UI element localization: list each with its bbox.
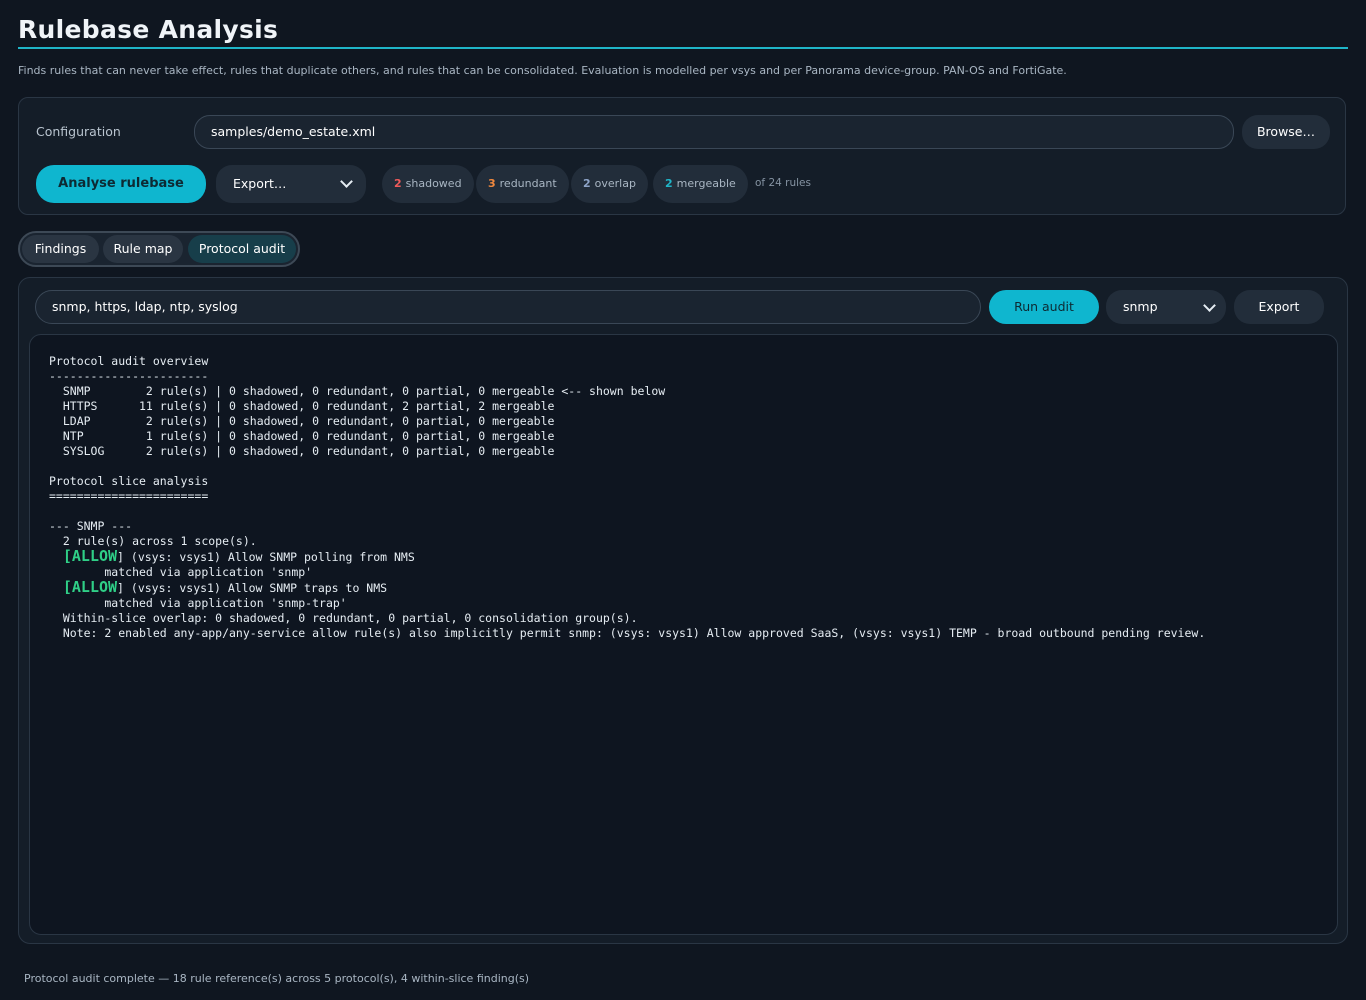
slice-divider: ======================= <box>49 489 209 503</box>
mergeable-count: 2 <box>665 177 673 190</box>
redundant-count: 3 <box>488 177 496 190</box>
overview-row-ntp: NTP 1 rule(s) | 0 shadowed, 0 redundant,… <box>49 429 555 443</box>
chevron-down-icon <box>340 175 353 188</box>
rule-match-line: matched via application 'snmp-trap' <box>49 596 347 610</box>
protocol-audit-panel: snmp, https, ldap, ntp, syslog Run audit… <box>18 277 1348 944</box>
shadowed-label: shadowed <box>405 177 462 190</box>
overlap-count: 2 <box>583 177 591 190</box>
audit-output[interactable]: Protocol audit overview ----------------… <box>29 334 1338 935</box>
export-select[interactable]: Export… <box>216 165 366 203</box>
export-button[interactable]: Export <box>1234 290 1324 324</box>
allow-tag: [ALLOW <box>62 547 118 565</box>
overview-header: Protocol audit overview <box>49 354 209 368</box>
overlap-label: overlap <box>594 177 636 190</box>
overview-row-syslog: SYSLOG 2 rule(s) | 0 shadowed, 0 redunda… <box>49 444 555 458</box>
overview-row-snmp: SNMP 2 rule(s) | 0 shadowed, 0 redundant… <box>49 384 666 398</box>
rule-total: of 24 rules <box>755 177 811 189</box>
tab-rule-map[interactable]: Rule map <box>103 235 183 263</box>
protocol-select[interactable]: snmp <box>1106 290 1226 324</box>
run-audit-button[interactable]: Run audit <box>989 290 1099 324</box>
note-line: Note: 2 enabled any-app/any-service allo… <box>49 626 1206 640</box>
mergeable-label: mergeable <box>676 177 736 190</box>
chevron-down-icon <box>1203 299 1216 312</box>
protocol-select-value: snmp <box>1123 299 1158 314</box>
analyse-rulebase-button[interactable]: Analyse rulebase <box>36 165 206 203</box>
overview-row-https: HTTPS 11 rule(s) | 0 shadowed, 0 redunda… <box>49 399 555 413</box>
browse-button[interactable]: Browse… <box>1242 115 1330 149</box>
tab-findings[interactable]: Findings <box>22 235 99 263</box>
status-bar: Protocol audit complete — 18 rule refere… <box>24 972 530 985</box>
export-select-value: Export… <box>233 176 287 191</box>
audit-output-text: Protocol audit overview ----------------… <box>49 354 1318 641</box>
view-tabs: Findings Rule map Protocol audit <box>18 231 300 267</box>
shadowed-badge[interactable]: 2 shadowed <box>382 165 474 203</box>
page-title: Rulebase Analysis <box>18 15 279 44</box>
tab-protocol-audit[interactable]: Protocol audit <box>188 235 296 263</box>
allow-tag: [ALLOW <box>62 578 118 596</box>
page-subtitle: Finds rules that can never take effect, … <box>18 64 1067 77</box>
configuration-panel: Configuration samples/demo_estate.xml Br… <box>18 97 1346 215</box>
rule-description: ] (vsys: vsys1) Allow SNMP polling from … <box>117 550 415 564</box>
rule-match-line: matched via application 'snmp' <box>49 565 313 579</box>
snmp-scope-line: 2 rule(s) across 1 scope(s). <box>49 534 257 548</box>
overlap-badge[interactable]: 2 overlap <box>571 165 648 203</box>
rule-description: ] (vsys: vsys1) Allow SNMP traps to NMS <box>117 581 388 595</box>
title-divider <box>18 47 1348 49</box>
protocols-input[interactable]: snmp, https, ldap, ntp, syslog <box>35 290 981 324</box>
mergeable-badge[interactable]: 2 mergeable <box>653 165 748 203</box>
redundant-badge[interactable]: 3 redundant <box>476 165 569 203</box>
overlap-summary-line: Within-slice overlap: 0 shadowed, 0 redu… <box>49 611 638 625</box>
slice-header: Protocol slice analysis <box>49 474 209 488</box>
snmp-section-header: --- SNMP --- <box>49 519 133 533</box>
redundant-label: redundant <box>499 177 557 190</box>
overview-row-ldap: LDAP 2 rule(s) | 0 shadowed, 0 redundant… <box>49 414 555 428</box>
shadowed-count: 2 <box>394 177 402 190</box>
overview-divider: ----------------------- <box>49 369 209 383</box>
configuration-path-input[interactable]: samples/demo_estate.xml <box>194 115 1234 149</box>
configuration-label: Configuration <box>36 124 121 139</box>
